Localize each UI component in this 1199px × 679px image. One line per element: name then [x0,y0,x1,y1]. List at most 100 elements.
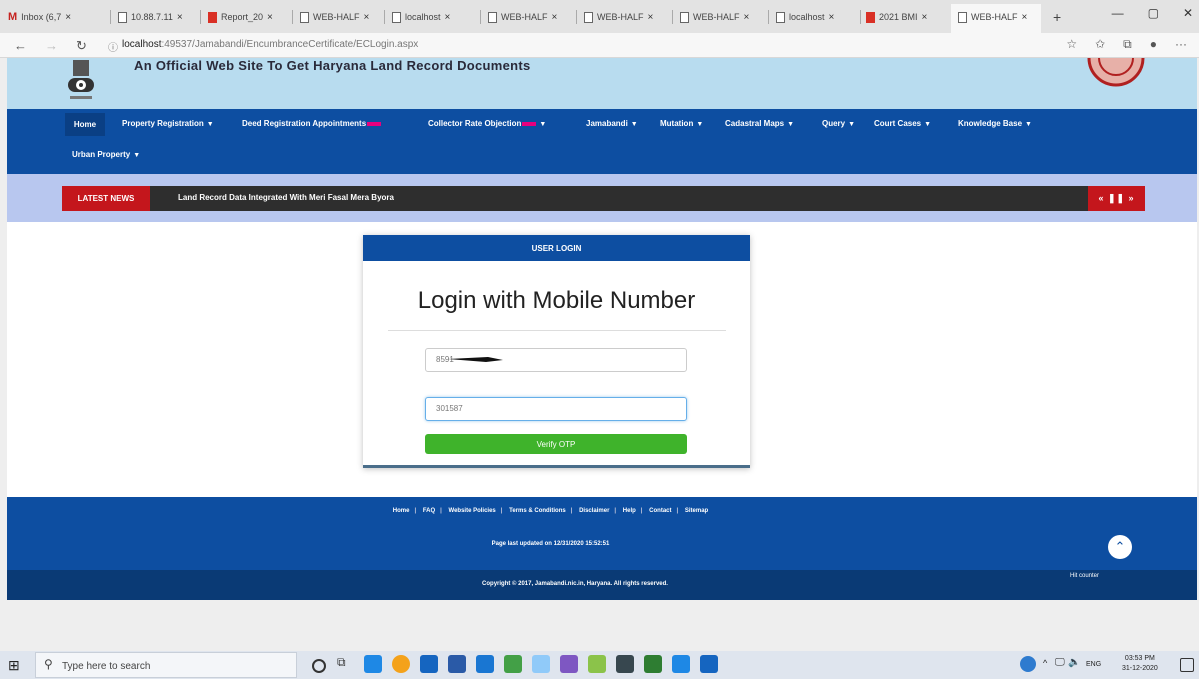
close-tab-icon[interactable]: × [177,12,183,23]
browser-tab[interactable]: localhost × [392,6,450,28]
otp-input[interactable]: 301587 [425,397,687,421]
app-icon[interactable] [700,655,718,673]
footer-link-home[interactable]: Home [393,508,410,514]
site-title: An Official Web Site To Get Haryana Land… [134,58,531,73]
refresh-icon[interactable]: ↻ [76,38,87,54]
app-icon[interactable] [672,655,690,673]
volume-icon[interactable]: 🔈 [1068,657,1080,668]
minimize-icon[interactable]: — [1112,6,1124,20]
nav-home[interactable]: Home [65,113,105,136]
pdf-icon [866,11,875,23]
nav-query[interactable]: Query ▼ [822,119,855,128]
haryana-seal-logo [1087,58,1145,87]
nav-mutation[interactable]: Mutation ▼ [660,119,703,128]
browser-tab[interactable]: WEB-HALF × [300,6,369,28]
collections-icon[interactable]: ⧉ [1123,37,1132,52]
favorites-icon[interactable]: ✩ [1095,37,1105,52]
footer-link-faq[interactable]: FAQ [423,508,435,514]
nav-jamabandi[interactable]: Jamabandi ▼ [586,119,638,128]
close-tab-icon[interactable]: × [552,12,558,23]
nav-property-registration[interactable]: Property Registration ▼ [122,119,214,128]
hit-counter-image: Hit counter [1070,573,1100,579]
browser-tab[interactable]: Report_20 × [208,6,273,28]
footer-link-sitemap[interactable]: Sitemap [685,508,708,514]
news-controls[interactable]: « ❚❚ » [1088,186,1145,211]
close-tab-icon[interactable]: × [922,12,928,23]
search-icon: ⚲ [44,657,53,671]
footer-link-terms[interactable]: Terms & Conditions [509,508,566,514]
close-tab-icon[interactable]: × [445,12,451,23]
nav-cadastral-maps[interactable]: Cadastral Maps ▼ [725,119,794,128]
latest-news-label: LATEST NEWS [62,186,150,211]
browser-tab[interactable]: localhost × [776,6,834,28]
store-icon[interactable] [448,655,466,673]
nav-collector-rate-objection[interactable]: Collector Rate Objection ▼ [428,119,546,128]
app-icon[interactable] [532,655,550,673]
browser-tab[interactable]: 2021 BMI × [866,6,927,28]
browser-tab[interactable]: WEB-HALF × [488,6,557,28]
star-icon[interactable]: ☆ [1066,37,1077,52]
windows-start-icon[interactable]: ⊞ [8,657,24,673]
back-icon[interactable]: ← [14,38,27,54]
close-tab-icon[interactable]: × [1022,12,1028,23]
new-tab-button[interactable]: + [1053,6,1061,28]
page-background [7,600,1197,650]
page-icon [300,11,309,23]
browser-tab[interactable]: WEB-HALF × [584,6,653,28]
browser-tab[interactable]: 10.88.7.11 × [118,6,183,28]
mail-app-icon[interactable] [476,655,494,673]
page-icon [776,11,785,23]
footer-link-help[interactable]: Help [623,508,636,514]
browser-tab[interactable]: M Inbox (6,7 × [8,6,71,28]
nav-court-cases[interactable]: Court Cases ▼ [874,119,931,128]
profile-icon[interactable]: ● [1150,37,1157,52]
close-tab-icon[interactable]: × [364,12,370,23]
close-tab-icon[interactable]: × [267,12,273,23]
browser-nav-buttons: ← → ↻ [14,38,87,54]
more-icon[interactable]: ··· [1175,37,1187,52]
language-indicator[interactable]: ENG [1086,661,1101,668]
browser-tab-active[interactable]: WEB-HALF × [958,6,1027,28]
divider [388,330,726,331]
app-icon[interactable] [504,655,522,673]
browser-tab[interactable]: WEB-HALF × [680,6,749,28]
app-icon[interactable] [616,655,634,673]
chrome-icon[interactable] [392,655,410,673]
footer-link-website-policies[interactable]: Website Policies [449,508,496,514]
explorer-icon[interactable] [420,655,438,673]
excel-icon[interactable] [644,655,662,673]
close-tab-icon[interactable]: × [744,12,750,23]
last-updated-text: Page last updated on 12/31/2020 15:52:51 [491,541,610,547]
edge-icon[interactable] [364,655,382,673]
chevron-up-icon: ⌃ [1114,539,1126,554]
close-tab-icon[interactable]: × [65,12,71,23]
weather-icon[interactable] [1020,656,1036,672]
maximize-icon[interactable]: ▢ [1148,6,1159,20]
notification-icon[interactable] [1180,658,1194,672]
close-window-icon[interactable]: ✕ [1183,6,1193,20]
nav-deed-registration[interactable]: Deed Registration Appointments [242,119,382,128]
info-icon[interactable]: ⓘ [108,39,118,54]
copyright-text: Copyright © 2017, Jamabandi.nic.in, Hary… [482,581,668,587]
clock[interactable]: 03:53 PM 31-12-2020 [1122,654,1158,674]
news-text[interactable]: Land Record Data Integrated With Meri Fa… [178,193,394,202]
verify-otp-button[interactable]: Verify OTP [425,434,687,454]
emblem-logo [68,60,94,99]
app-icon[interactable] [588,655,606,673]
nav-knowledge-base[interactable]: Knowledge Base ▼ [958,119,1032,128]
footer-link-disclaimer[interactable]: Disclaimer [579,508,609,514]
clock-date: 31-12-2020 [1122,665,1158,672]
visual-studio-icon[interactable] [560,655,578,673]
close-tab-icon[interactable]: × [648,12,654,23]
caret-down-icon: ▼ [539,121,547,128]
tray-chevron-icon[interactable]: ^ [1043,658,1047,668]
network-icon[interactable]: 🖵 [1055,657,1065,668]
task-view-icon[interactable]: ⧉ [337,655,355,673]
nav-urban-property[interactable]: Urban Property ▼ [72,150,140,159]
forward-icon[interactable]: → [45,38,58,54]
scroll-to-top-button[interactable]: ⌃ [1108,535,1132,559]
footer-link-contact[interactable]: Contact [649,508,671,514]
url-field[interactable]: localhost:49537/Jamabandi/EncumbranceCer… [122,39,418,50]
cortana-icon[interactable] [312,659,326,673]
close-tab-icon[interactable]: × [829,12,835,23]
